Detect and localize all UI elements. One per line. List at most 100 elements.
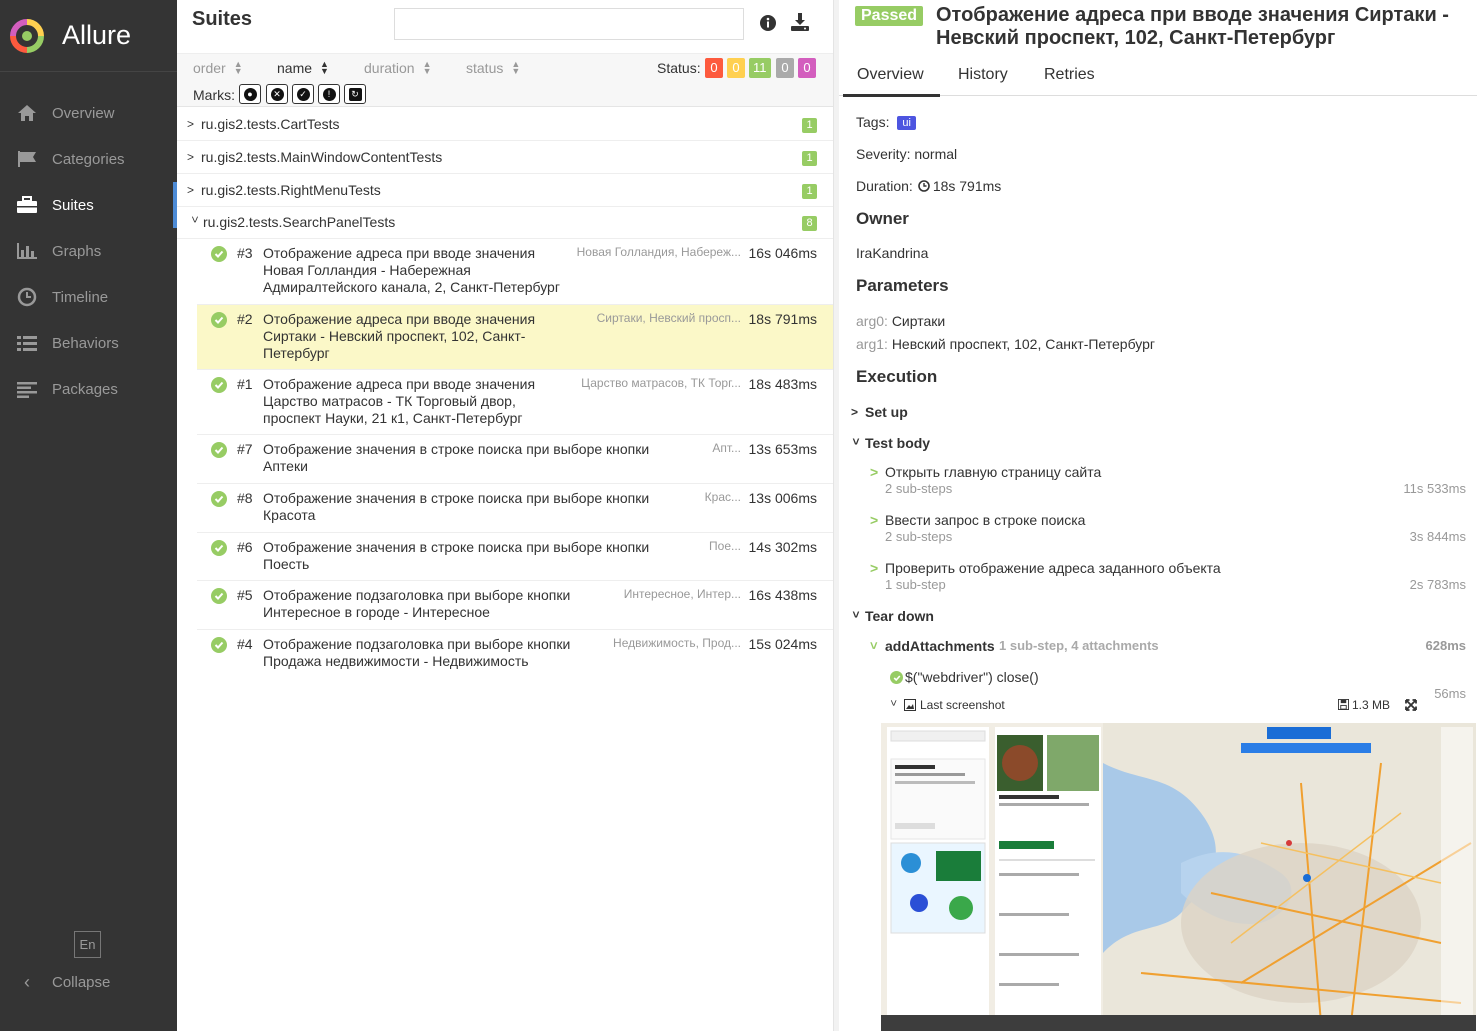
collapse-button[interactable]: ‹ Collapse: [16, 968, 110, 996]
test-row[interactable]: #7 Отображение значения в строке поиска …: [197, 435, 833, 484]
clock-icon: [918, 180, 930, 192]
chevron-right-icon: >: [870, 464, 879, 480]
suite-group[interactable]: > ru.gis2.tests.MainWindowContentTests 1: [177, 141, 833, 174]
test-row-selected[interactable]: #2 Отображение адреса при вводе значения…: [197, 305, 833, 370]
screenshot-preview[interactable]: [881, 723, 1476, 1031]
sidebar-item-label: Suites: [52, 196, 94, 214]
sort-arrows-icon: ▲ ▼: [320, 59, 329, 76]
brand[interactable]: Allure: [0, 0, 177, 72]
test-name: Отображение адреса при вводе значения Си…: [263, 311, 536, 361]
passed-check-icon: [211, 377, 227, 393]
test-duration: 18s 791ms: [748, 311, 817, 327]
step-meta: 1 sub-step, 4 attachments: [999, 638, 1159, 653]
testbody-section-toggle[interactable]: > Test body: [849, 435, 930, 451]
sort-label: duration: [364, 60, 415, 76]
mark-new-passed-toggle[interactable]: ✓: [292, 84, 314, 104]
suite-name: ru.gis2.tests.MainWindowContentTests: [201, 149, 443, 165]
chevron-down-icon: >: [188, 216, 202, 224]
sidebar-item-overview[interactable]: Overview: [0, 90, 177, 136]
sidebar-item-suites[interactable]: Suites: [0, 182, 177, 228]
test-row[interactable]: #5 Отображение подзаголовка при выборе к…: [197, 581, 833, 630]
step-row[interactable]: > Ввести запрос в строке поиска 2 sub-st…: [870, 512, 1466, 552]
chevron-down-icon: >: [849, 438, 863, 446]
test-duration: 13s 006ms: [748, 490, 817, 506]
chevron-right-icon: >: [187, 183, 195, 197]
sort-label: order: [193, 60, 226, 76]
info-icon[interactable]: [759, 14, 777, 32]
home-icon: [16, 102, 38, 124]
tab-overview[interactable]: Overview: [843, 66, 940, 97]
status-unknown-toggle[interactable]: 0: [798, 58, 816, 78]
test-row[interactable]: #1 Отображение адреса при вводе значения…: [197, 370, 833, 435]
search-input[interactable]: [394, 8, 744, 40]
sort-arrows-icon: ▲ ▼: [511, 59, 521, 76]
attachments-step-toggle[interactable]: > addAttachments 1 sub-step, 4 attachmen…: [866, 638, 1466, 658]
test-row[interactable]: #8 Отображение значения в строке поиска …: [197, 484, 833, 533]
sort-duration[interactable]: duration ▲ ▼: [364, 60, 432, 77]
step-duration: 628ms: [1425, 638, 1466, 653]
expand-icon[interactable]: [1405, 699, 1417, 711]
tab-history[interactable]: History: [958, 66, 1008, 84]
passed-check-icon: [890, 671, 903, 684]
sidebar-item-graphs[interactable]: Graphs: [0, 228, 177, 274]
test-number: #4: [237, 636, 253, 652]
sort-order[interactable]: order ▲ ▼: [193, 60, 243, 77]
chevron-down-icon: >: [887, 699, 900, 707]
test-row[interactable]: #3 Отображение адреса при вводе значения…: [197, 239, 833, 305]
new-failed-icon: ✕: [270, 87, 284, 101]
sort-status[interactable]: status ▲ ▼: [466, 59, 521, 77]
step-row[interactable]: > Проверить отображение адреса заданного…: [870, 560, 1466, 600]
sort-label: status: [466, 60, 504, 76]
status-skipped-toggle[interactable]: 0: [776, 58, 794, 78]
duration-label: Duration:: [856, 178, 913, 194]
test-number: #7: [237, 441, 253, 457]
attachment-size: 1.3 MB: [1352, 698, 1391, 712]
parameter-row: arg1: Невский проспект, 102, Санкт-Петер…: [856, 336, 1155, 352]
sidebar-item-packages[interactable]: Packages: [0, 366, 177, 412]
teardown-section-toggle[interactable]: > Tear down: [849, 608, 934, 624]
tab-retries[interactable]: Retries: [1044, 66, 1095, 84]
list-icon: [16, 332, 38, 354]
sidebar-item-behaviors[interactable]: Behaviors: [0, 320, 177, 366]
test-duration: 18s 483ms: [748, 376, 817, 392]
status-broken-toggle[interactable]: 0: [727, 58, 745, 78]
passed-check-icon: [211, 588, 227, 604]
screenshot-attachment-toggle[interactable]: > Last screenshot 1.3 MB: [887, 697, 1466, 717]
mark-flaky-toggle[interactable]: ●: [239, 84, 261, 104]
download-icon[interactable]: [790, 12, 810, 32]
suite-group[interactable]: > ru.gis2.tests.RightMenuTests 1: [177, 174, 833, 207]
sidebar-item-categories[interactable]: Categories: [0, 136, 177, 182]
test-row[interactable]: #6 Отображение значения в строке поиска …: [197, 533, 833, 581]
sidebar: Allure Overview Categories Suites Graphs…: [0, 0, 177, 1031]
sidebar-nav: Overview Categories Suites Graphs Timeli…: [0, 90, 177, 412]
refresh-icon: ↻: [348, 87, 362, 101]
language-button[interactable]: En: [74, 931, 101, 958]
mark-retries-toggle[interactable]: ↻: [344, 84, 366, 104]
clock-icon: [16, 286, 38, 308]
suite-group[interactable]: > ru.gis2.tests.CartTests 1: [177, 108, 833, 141]
passed-check-icon: [211, 312, 227, 328]
chevron-down-icon: >: [866, 641, 882, 650]
mark-new-broken-toggle[interactable]: !: [318, 84, 340, 104]
parameter-name: arg1:: [856, 336, 888, 352]
detail-tabs: Overview History Retries: [839, 58, 1477, 97]
status-failed-toggle[interactable]: 0: [705, 58, 723, 78]
test-params: Царство матрасов, ТК Торг...: [581, 376, 741, 390]
setup-section-toggle[interactable]: > Set up: [851, 404, 908, 420]
step-row[interactable]: > Открыть главную страницу сайта 2 sub-s…: [870, 464, 1466, 504]
test-row[interactable]: #4 Отображение подзаголовка при выборе к…: [197, 630, 833, 679]
suite-group[interactable]: > ru.gis2.tests.SearchPanelTests 8: [177, 206, 833, 239]
step-duration: 2s 783ms: [1409, 577, 1466, 592]
status-passed-toggle[interactable]: 11: [749, 58, 771, 78]
screenshot-image: [881, 723, 1476, 1031]
parameter-name: arg0:: [856, 313, 888, 329]
sidebar-item-label: Timeline: [52, 288, 109, 306]
chevron-right-icon: >: [870, 512, 879, 528]
suite-name: ru.gis2.tests.CartTests: [201, 116, 340, 132]
test-name: Отображение подзаголовка при выборе кноп…: [263, 636, 571, 669]
mark-new-failed-toggle[interactable]: ✕: [266, 84, 288, 104]
suite-name: ru.gis2.tests.RightMenuTests: [201, 182, 381, 198]
sidebar-item-timeline[interactable]: Timeline: [0, 274, 177, 320]
sort-name[interactable]: name ▲ ▼: [277, 59, 329, 77]
passed-check-icon: [211, 637, 227, 653]
